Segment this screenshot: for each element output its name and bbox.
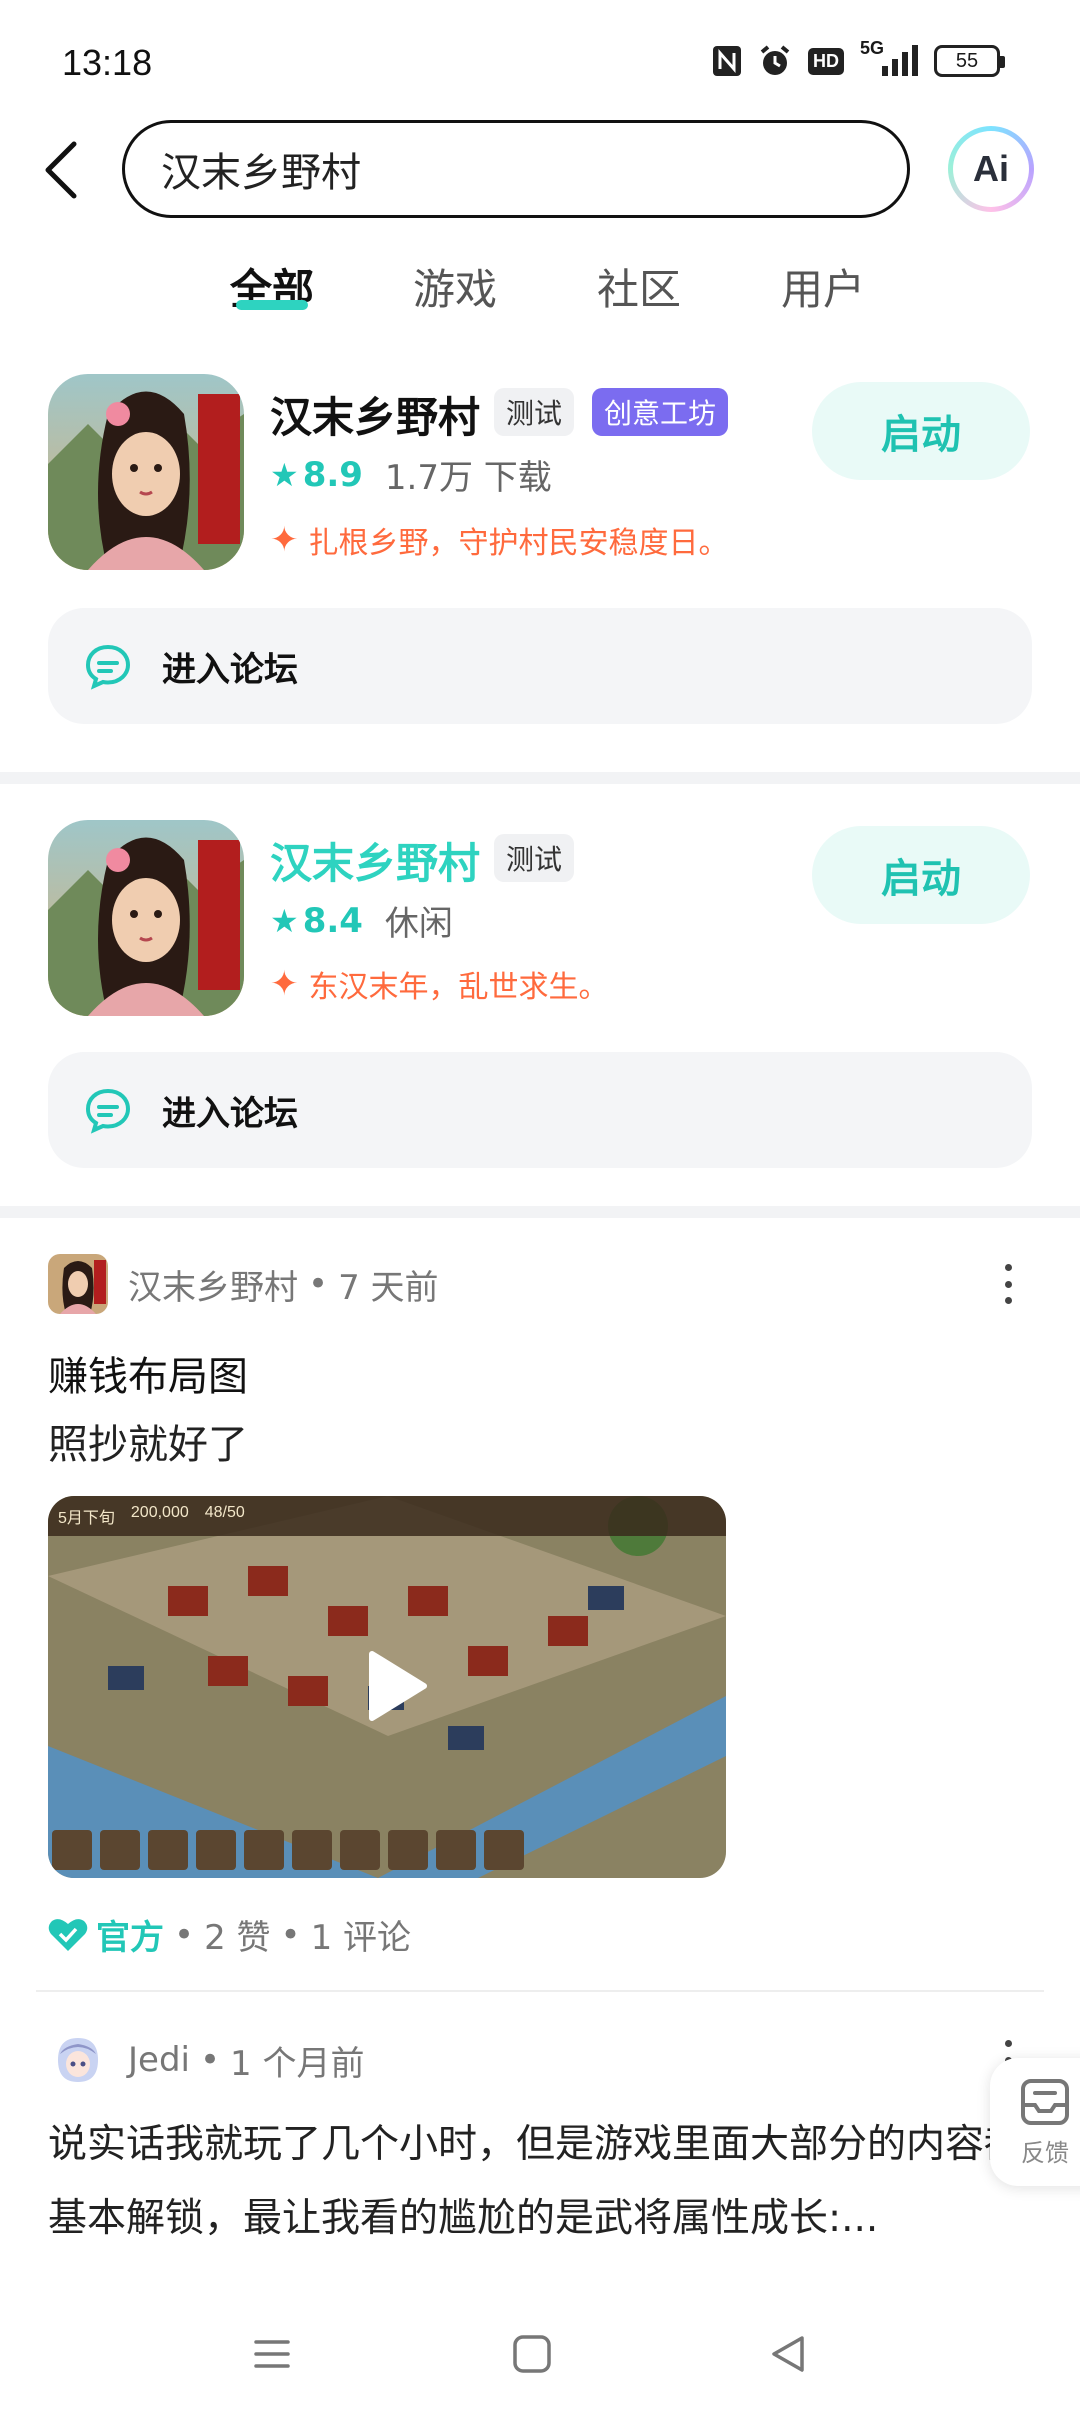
chat-bubble-icon <box>85 1088 131 1134</box>
launch-button[interactable]: 启动 <box>812 382 1030 480</box>
post-divider <box>36 1990 1044 1992</box>
sparkle-icon: ✦ <box>270 520 299 560</box>
active-tab-indicator <box>236 300 308 310</box>
section-divider <box>0 1206 1080 1218</box>
category-tabs: 全部 游戏 社区 用户 <box>0 256 1080 326</box>
post-body[interactable]: 照抄就好了 <box>48 1412 248 1470</box>
search-query-text: 汉末乡野村 <box>161 150 361 196</box>
enter-forum-button[interactable]: 进入论坛 <box>48 608 1032 724</box>
chat-bubble-icon <box>85 644 131 690</box>
game-title[interactable]: 汉末乡野村 <box>270 384 480 445</box>
system-nav-bar <box>0 2290 1080 2414</box>
sparkle-icon: ✦ <box>270 964 299 1004</box>
rating-score: 8.9 <box>302 454 363 495</box>
download-count: 1.7万 下载 <box>384 458 552 498</box>
post-author-row: 汉末乡野村 • 7 天前 <box>48 1254 439 1314</box>
dot-separator: • <box>308 1264 329 1304</box>
post-title[interactable]: 赚钱布局图 <box>48 1344 248 1402</box>
description-text: 扎根乡野，守护村民安稳度日。 <box>308 526 729 561</box>
signal-icon: 5G <box>860 38 918 78</box>
tab-games[interactable]: 游戏 <box>413 256 497 317</box>
test-badge: 测试 <box>494 388 575 436</box>
tab-community[interactable]: 社区 <box>597 256 681 317</box>
search-input[interactable]: 汉末乡野村 <box>122 120 910 218</box>
post-author[interactable]: 汉末乡野村 <box>128 1260 298 1309</box>
post-body[interactable]: 说实话我就玩了几个小时，但是游戏里面大部分的内容都基本解锁，最让我看的尴尬的是武… <box>48 2108 1038 2256</box>
test-badge: 测试 <box>494 834 575 882</box>
star-icon: ★ <box>270 455 299 494</box>
play-icon <box>369 1651 427 1721</box>
post-time: 1 个月前 <box>230 2043 365 2084</box>
back-button[interactable] <box>40 138 84 202</box>
game-title[interactable]: 汉末乡野村 <box>270 830 480 891</box>
dot-separator: • <box>199 2040 221 2080</box>
game-description: ✦ 扎根乡野，守护村民安稳度日。 <box>270 516 782 564</box>
more-options-button[interactable] <box>1000 1264 1016 1304</box>
avatar[interactable] <box>48 2030 108 2090</box>
status-icons: HD 5G 55 <box>712 38 1005 78</box>
forum-label: 进入论坛 <box>162 1093 298 1134</box>
forum-label: 进入论坛 <box>162 649 298 690</box>
game-genre: 休闲 <box>384 904 453 944</box>
hud-date: 5月下旬 <box>58 1510 115 1527</box>
dot-separator: • <box>174 1914 195 1955</box>
section-divider <box>0 772 1080 784</box>
enter-forum-button[interactable]: 进入论坛 <box>48 1052 1032 1168</box>
official-label: 官方 <box>96 1918 164 1958</box>
video-thumbnail[interactable]: 5月下旬 200,000 48/50 <box>48 1496 726 1878</box>
description-text: 东汉末年，乱世求生。 <box>308 970 609 1005</box>
workshop-badge: 创意工坊 <box>592 388 729 436</box>
status-time: 13:18 <box>62 42 153 83</box>
hd-icon: HD <box>808 44 844 78</box>
tab-users[interactable]: 用户 <box>781 256 865 317</box>
post-time: 7 天前 <box>338 1267 439 1308</box>
game-rating: ★ 8.4 休闲 <box>270 896 453 945</box>
feedback-label: 反馈 <box>1021 2138 1069 2167</box>
battery-indicator: 55 <box>934 45 1005 77</box>
launch-button[interactable]: 启动 <box>812 826 1030 924</box>
nfc-icon <box>712 44 742 78</box>
chevron-left-icon <box>45 141 77 199</box>
like-count[interactable]: 2 赞 <box>204 1910 270 1959</box>
post-author-row: Jedi • 1 个月前 <box>48 2030 365 2090</box>
feedback-button[interactable]: 反馈 <box>990 2058 1080 2186</box>
home-icon[interactable] <box>502 2324 562 2384</box>
video-hud: 5月下旬 200,000 48/50 <box>58 1504 245 1528</box>
game-icon[interactable] <box>48 374 244 570</box>
hud-money: 200,000 <box>130 1504 189 1521</box>
status-bar: 13:18 HD 5G 55 <box>0 0 1080 120</box>
back-nav-icon[interactable] <box>760 2324 820 2384</box>
post-stats: 官方 • 2 赞 • 1 评论 <box>48 1910 411 1959</box>
alarm-icon <box>758 44 792 78</box>
star-icon: ★ <box>270 901 299 940</box>
network-type-label: 5G <box>860 38 885 58</box>
game-rating: ★ 8.9 1.7万 下载 <box>270 450 552 499</box>
game-icon[interactable] <box>48 820 244 1016</box>
menu-icon[interactable] <box>242 2324 302 2384</box>
feedback-inbox-icon <box>1021 2078 1069 2125</box>
post-author[interactable]: Jedi <box>128 2040 190 2080</box>
ai-label: Ai <box>973 148 1009 189</box>
hud-population: 48/50 <box>204 1504 245 1521</box>
game-description: ✦ 东汉末年，乱世求生。 <box>270 960 656 1008</box>
comment-count[interactable]: 1 评论 <box>311 1910 411 1959</box>
ai-assistant-button[interactable]: Ai <box>948 126 1034 212</box>
dot-separator: • <box>280 1914 301 1955</box>
official-badge-icon <box>48 1918 88 1951</box>
rating-score: 8.4 <box>302 900 363 941</box>
avatar[interactable] <box>48 1254 108 1314</box>
